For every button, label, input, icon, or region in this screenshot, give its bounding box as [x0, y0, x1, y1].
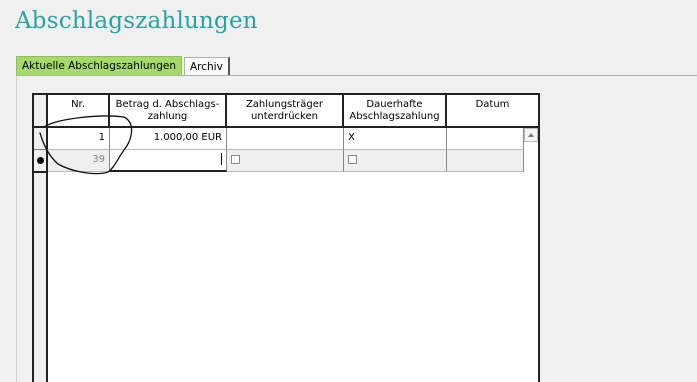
scroll-up-arrow-icon[interactable]	[524, 128, 538, 142]
dauerhaft-checkbox[interactable]	[348, 155, 357, 164]
cell-zahlungstraeger[interactable]	[227, 128, 344, 150]
tab-archiv[interactable]: Archiv	[183, 57, 230, 75]
header-label: Betrag d. Abschlags- zahlung	[115, 99, 220, 122]
row-selector-new[interactable]	[34, 150, 48, 173]
cell-dauerhaft[interactable]: X	[344, 128, 447, 150]
page-title: Abschlagszahlungen	[15, 8, 258, 34]
row-selector[interactable]	[34, 128, 48, 150]
cell-zahlungstraeger-new[interactable]	[227, 150, 344, 172]
cell-datum-new[interactable]	[447, 150, 524, 172]
tab-bar: Aktuelle Abschlagszahlungen Archiv	[16, 56, 230, 75]
column-header-nr[interactable]: Nr.	[48, 95, 110, 128]
row-selector-column	[34, 95, 48, 382]
text-caret	[221, 153, 222, 165]
column-header-dauerhaft[interactable]: Dauerhafte Abschlagszahlung	[344, 95, 447, 128]
header-label: Nr.	[71, 99, 85, 110]
cell-datum[interactable]	[447, 128, 524, 150]
header-label: Zahlungsträger unterdrücken	[245, 99, 324, 122]
row-indicator-icon	[37, 157, 44, 164]
column-header-datum[interactable]: Datum	[447, 95, 538, 128]
header-label: Dauerhafte Abschlagszahlung	[349, 99, 440, 122]
tab-aktuelle-abschlagszahlungen[interactable]: Aktuelle Abschlagszahlungen	[16, 56, 182, 75]
cell-betrag[interactable]: 1.000,00 EUR	[110, 128, 227, 150]
cell-nr-new[interactable]: 39	[48, 150, 110, 172]
column-header-betrag[interactable]: Betrag d. Abschlags- zahlung	[110, 95, 227, 128]
cell-dauerhaft-new[interactable]	[344, 150, 447, 172]
selector-header	[34, 95, 48, 128]
column-header-zahlungstraeger[interactable]: Zahlungsträger unterdrücken	[227, 95, 344, 128]
header-label: Datum	[475, 99, 510, 110]
zahlungstraeger-checkbox[interactable]	[231, 155, 240, 164]
cell-betrag-input[interactable]	[110, 150, 227, 172]
abschlag-table: Nr. Betrag d. Abschlags- zahlung Zahlung…	[32, 93, 540, 382]
cell-nr[interactable]: 1	[48, 128, 110, 150]
vertical-scrollbar[interactable]	[524, 142, 538, 382]
